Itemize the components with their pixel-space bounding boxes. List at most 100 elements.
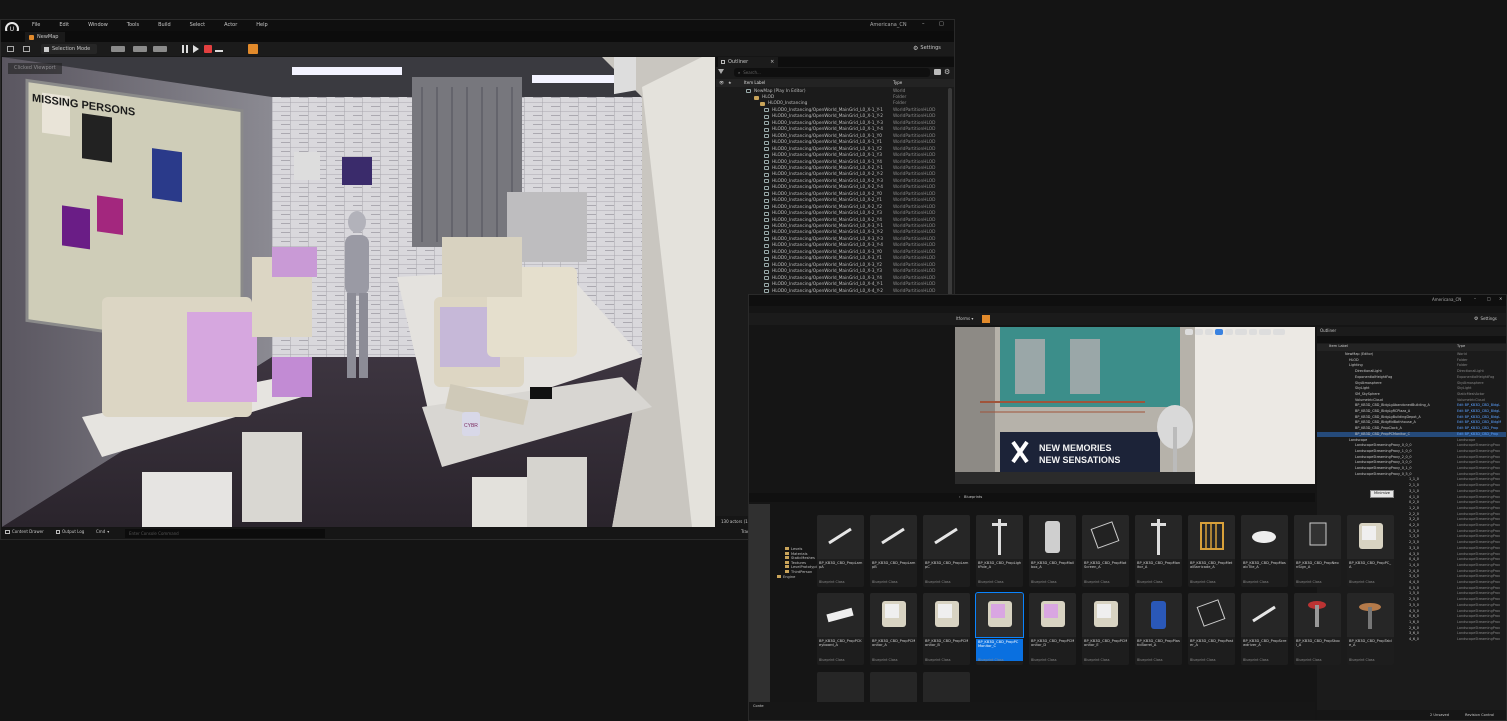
snap-icon[interactable] xyxy=(1225,329,1233,335)
asset-tile[interactable]: BP_KB3D_CBD_PropPCKeyboard_A Blueprint Cl… xyxy=(817,593,864,665)
asset-tile[interactable]: BP_KB3D_CBD_PropPCMonitor_E Blueprint Cla… xyxy=(1082,593,1129,665)
filter-icon[interactable] xyxy=(718,69,728,76)
content-drawer-button[interactable]: Content Drawer xyxy=(5,530,44,534)
asset-tile[interactable]: BP_KB3D_CBD_PropStool_A Blueprint Class xyxy=(1294,593,1341,665)
save-icon[interactable] xyxy=(7,46,14,52)
outliner-row[interactable]: HLOD0_Instancing/OpenWorld_MainGrid_L0_X… xyxy=(716,204,954,210)
outliner-row[interactable]: HLOD0_Instancing/OpenWorld_MainGrid_L0_X… xyxy=(716,133,954,139)
pin-icon[interactable]: ★ xyxy=(728,81,732,85)
outliner-row[interactable]: HLOD0_Instancing/OpenWorld_MainGrid_L0_X… xyxy=(716,269,954,275)
menu-item-tools[interactable]: Tools xyxy=(127,23,139,28)
outliner-row[interactable]: HLOD0_Instancing/OpenWorld_MainGrid_L0_X… xyxy=(716,191,954,197)
selection-mode-fragment[interactable]: ltforms ▾ xyxy=(956,317,973,321)
menu-item-build[interactable]: Build xyxy=(158,23,171,28)
asset-tile[interactable]: BP_KB3D_CBD_PropPCMonitor_B Blueprint Cla… xyxy=(923,593,970,665)
menu-item-help[interactable]: Help xyxy=(256,23,267,28)
menu-item-edit[interactable]: Edit xyxy=(59,23,69,28)
level-viewport[interactable]: MISSING PERSONS CYBR Clicked Viewport xyxy=(2,57,715,527)
outliner-row[interactable]: HLOD0_Instancing/OpenWorld_MainGrid_L0_X… xyxy=(716,185,954,191)
asset-tile[interactable]: BP_KB3D_CBD_PropMonitor_A Blueprint Class xyxy=(1135,515,1182,587)
unsaved-label-2[interactable]: 2 Unsaved xyxy=(1430,713,1449,718)
asset-tile[interactable]: BP_KB3D_CBD_PropPC_A Blueprint Class xyxy=(1347,515,1394,587)
asset-tile[interactable]: BP_KB3D_CBD_PropLampA Blueprint Class xyxy=(817,515,864,587)
asset-tile[interactable]: BP_KB3D_CBD_PropMosaicTile_A Blueprint Cl… xyxy=(1241,515,1288,587)
minimize-button[interactable]: – xyxy=(922,22,925,27)
asset-tile[interactable]: BP_KB3D_CBD_PropNeonSign_A Blueprint Clas… xyxy=(1294,515,1341,587)
outliner-row[interactable]: HLOD0_Instancing/OpenWorld_MainGrid_L0_X… xyxy=(716,275,954,281)
asset-tile[interactable]: BP_KB3D_CBD_PropPoster_A Blueprint Class xyxy=(1188,593,1235,665)
outliner-row[interactable]: HLOD0_Instancing/OpenWorld_MainGrid_L0_X… xyxy=(716,243,954,249)
asset-tile[interactable]: BP_KB3D_CBD_PropMetalBarricade_A Blueprin… xyxy=(1188,515,1235,587)
asset-tile[interactable]: BP_KB3D_CBD_PropLampB Blueprint Class xyxy=(870,515,917,587)
folder-item[interactable]: Levels xyxy=(785,547,802,551)
asset-tile[interactable]: BP_KB3D_CBD_PropPCMonitor_C Blueprint Cla… xyxy=(975,592,1024,665)
asset-tile[interactable]: BP_KB3D_CBD_PropLampC Blueprint Class xyxy=(923,515,970,587)
outliner-row[interactable]: 4_6_0 LandscapeStreamingProx xyxy=(1317,637,1506,643)
folder-item[interactable]: Engine xyxy=(777,574,795,579)
pause-icon[interactable] xyxy=(182,45,188,53)
blueprint-icon[interactable] xyxy=(133,46,147,52)
menu-item-window[interactable]: Window xyxy=(88,23,108,28)
platforms-icon[interactable] xyxy=(982,315,990,323)
angle-snap-icon[interactable] xyxy=(1249,329,1257,335)
cmd-dropdown[interactable]: Cmd ▾ xyxy=(96,530,109,534)
asset-tile[interactable]: BP_KB3D_CBD_PropPlasticBarrel_A Blueprint… xyxy=(1135,593,1182,665)
outliner-row[interactable]: HLOD0_Instancing/OpenWorld_MainGrid_L0_X… xyxy=(716,217,954,223)
minimize-button[interactable]: – xyxy=(1474,297,1476,301)
outliner-row[interactable]: HLOD0_Instancing/OpenWorld_MainGrid_L0_X… xyxy=(716,153,954,159)
close-button[interactable]: ✕ xyxy=(1499,297,1502,301)
folder-item[interactable]: ThirdPerson xyxy=(785,570,812,574)
outliner-row[interactable]: HLOD0_Instancing/OpenWorld_MainGrid_L0_X… xyxy=(716,236,954,242)
maximize-button[interactable]: □ xyxy=(939,22,944,27)
tab-newmap[interactable]: NewMap xyxy=(25,32,65,42)
col-item-label[interactable]: Item Label xyxy=(744,81,765,85)
outliner-search-input[interactable]: ⌕ Search... xyxy=(734,68,930,77)
browse-icon[interactable] xyxy=(23,46,30,52)
outliner-row[interactable]: HLOD0_Instancing/OpenWorld_MainGrid_L0_X… xyxy=(716,262,954,268)
asset-tile[interactable]: BP_KB3D_CBD_PropMotScreen_A Blueprint Cla… xyxy=(1082,515,1129,587)
tab-outliner[interactable]: Outliner × xyxy=(718,57,778,67)
maximize-button[interactable]: □ xyxy=(1487,297,1491,301)
content-drawer-tab[interactable]: Conte xyxy=(753,704,764,709)
scale-snap-icon[interactable] xyxy=(1259,329,1271,335)
close-tab-icon[interactable]: × xyxy=(770,59,774,65)
asset-tile[interactable]: BP_KB3D_CBD_PropMailbox_A Blueprint Class xyxy=(1029,515,1076,587)
step-icon[interactable] xyxy=(193,45,199,53)
grid-snap-icon[interactable] xyxy=(1235,329,1247,335)
col-type[interactable]: Type xyxy=(893,81,902,85)
outliner-row[interactable]: HLOD0_Instancing/OpenWorld_MainGrid_L0_X… xyxy=(716,159,954,165)
menu-item-select[interactable]: Select xyxy=(190,23,205,28)
settings-button[interactable]: ⚙ Settings xyxy=(1474,316,1497,322)
outliner-row[interactable]: HLOD0_Instancing/OpenWorld_MainGrid_L0_X… xyxy=(716,178,954,184)
asset-tile[interactable]: BP_KB3D_CBD_PropTable_A Blueprint Class xyxy=(1347,593,1394,665)
outliner-row[interactable]: HLOD0_Instancing/OpenWorld_MainGrid_L0_X… xyxy=(716,211,954,217)
tab-outliner-2[interactable]: Outliner xyxy=(1317,327,1377,335)
outliner-row[interactable]: NewMap (Play In Editor) World xyxy=(716,88,954,94)
add-actor-icon[interactable] xyxy=(111,46,125,52)
outliner-row[interactable]: HLOD0_Instancing/OpenWorld_MainGrid_L0_X… xyxy=(716,198,954,204)
outliner-row[interactable]: HLOD0_Instancing/OpenWorld_MainGrid_L0_X… xyxy=(716,256,954,262)
gear-icon[interactable]: ⚙ xyxy=(944,68,950,76)
path-chevron-icon[interactable]: › xyxy=(959,495,960,500)
col-type-2[interactable]: Type xyxy=(1457,344,1465,349)
outliner-row[interactable]: HLOD0_Instancing/OpenWorld_MainGrid_L0_X… xyxy=(716,107,954,113)
stop-icon[interactable] xyxy=(204,45,212,53)
platforms-icon[interactable] xyxy=(248,44,258,54)
outliner-row[interactable]: HLOD0_Instancing/OpenWorld_MainGrid_L0_X… xyxy=(716,114,954,120)
folder-item[interactable]: Textures xyxy=(785,560,806,565)
menu-item-file[interactable]: File xyxy=(32,23,40,28)
path-blueprints[interactable]: Blueprints xyxy=(964,495,982,500)
menu-item-actor[interactable]: Actor xyxy=(224,23,237,28)
outliner-row[interactable]: HLOD0_Instancing/OpenWorld_MainGrid_L0_X… xyxy=(716,140,954,146)
visibility-icon[interactable]: 👁 xyxy=(719,81,724,85)
console-input[interactable]: Enter Console Command xyxy=(125,529,325,538)
outliner-row[interactable]: HLOD0_Instancing/OpenWorld_MainGrid_L0_X… xyxy=(716,127,954,133)
secondary-viewport[interactable]: NEW MEMORIES NEW SENSATIONS xyxy=(955,327,1315,484)
world-local-icon[interactable] xyxy=(1215,329,1223,335)
asset-tile[interactable]: BP_KB3D_CBD_PropScrewdriver_A Blueprint C… xyxy=(1241,593,1288,665)
outliner-row[interactable]: HLOD Folder xyxy=(716,94,954,100)
output-log-button[interactable]: Output Log xyxy=(56,530,84,534)
asset-tile[interactable]: BP_KB3D_CBD_PropPCMonitor_A Blueprint Cla… xyxy=(870,593,917,665)
revision-label-2[interactable]: Revision Control xyxy=(1465,713,1494,718)
eject-icon[interactable] xyxy=(215,46,223,52)
